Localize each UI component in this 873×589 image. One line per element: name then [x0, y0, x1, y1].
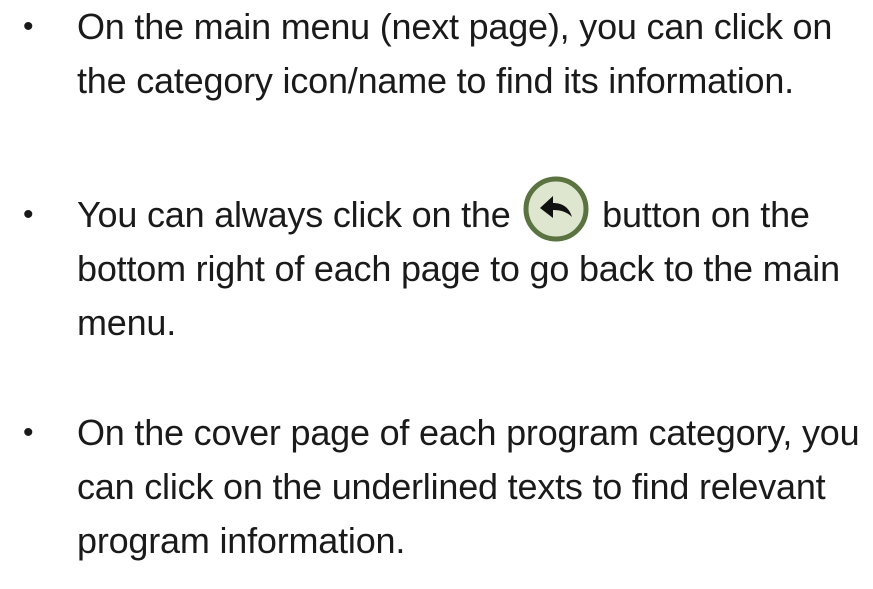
instruction-text: On the main menu (next page), you can cl…	[77, 6, 833, 101]
instruction-text: You can always click on the button on th…	[77, 176, 867, 350]
back-arrow-icon	[522, 175, 590, 243]
bullet-marker: •	[23, 198, 34, 231]
bullet-marker: •	[23, 10, 34, 43]
bullet-marker: •	[23, 416, 34, 449]
instruction-text-before: You can always click on the	[77, 194, 521, 235]
instruction-text: On the cover page of each program catego…	[77, 412, 860, 561]
